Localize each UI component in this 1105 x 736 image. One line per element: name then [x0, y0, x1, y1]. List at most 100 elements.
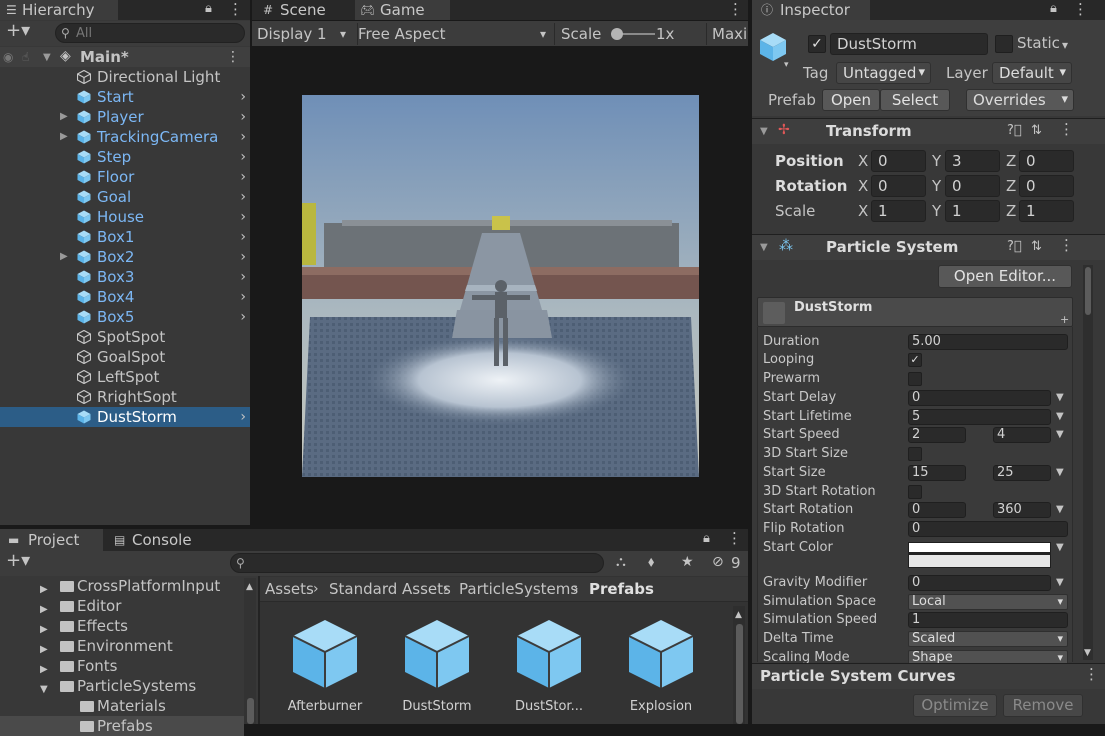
- start-size-min-field[interactable]: 15: [908, 465, 966, 481]
- maximize-toggle[interactable]: Maxi: [706, 23, 748, 45]
- tab-game[interactable]: 🎮︎ Game: [355, 0, 450, 20]
- start-size-max-field[interactable]: 25: [993, 465, 1051, 481]
- curve-dropdown-icon[interactable]: ▼: [1056, 577, 1064, 588]
- hierarchy-row[interactable]: LeftSpot: [0, 367, 250, 387]
- start-rotation-max-field[interactable]: 360: [993, 502, 1051, 518]
- display-dropdown[interactable]: Display 1 ▾: [257, 23, 352, 45]
- curve-dropdown-icon[interactable]: ▼: [1056, 429, 1064, 440]
- aspect-dropdown[interactable]: Free Aspect ▾: [357, 23, 552, 45]
- collapse-arrow-icon[interactable]: ▼: [760, 125, 768, 139]
- scale-z-field[interactable]: 1: [1019, 200, 1074, 222]
- breadcrumb-item[interactable]: Prefabs: [589, 580, 654, 598]
- hierarchy-row[interactable]: ▶ TrackingCamera ›: [0, 127, 250, 147]
- duration-field[interactable]: 5.00: [908, 334, 1068, 350]
- expand-arrow-icon[interactable]: ▶: [60, 107, 68, 127]
- hierarchy-row[interactable]: Step ›: [0, 147, 250, 167]
- visibility-icon[interactable]: ◉: [3, 50, 13, 64]
- folder-row[interactable]: ▶ Editor: [0, 596, 244, 616]
- scale-control[interactable]: Scale 1x: [554, 23, 702, 45]
- pickable-icon[interactable]: ☝︎: [22, 50, 29, 64]
- flip-rotation-field[interactable]: 0: [908, 521, 1068, 537]
- open-prefab-chevron-icon[interactable]: ›: [240, 187, 246, 207]
- breadcrumb-item[interactable]: Assets: [265, 580, 314, 598]
- simulation-speed-field[interactable]: 1: [908, 612, 1068, 628]
- hierarchy-row[interactable]: Box3 ›: [0, 267, 250, 287]
- open-prefab-chevron-icon[interactable]: ›: [240, 107, 246, 127]
- folder-row[interactable]: ▶ Fonts: [0, 656, 244, 676]
- active-checkbox[interactable]: ✓: [808, 35, 826, 53]
- preset-icon[interactable]: ⇅: [1031, 124, 1042, 138]
- rotation-x-field[interactable]: 0: [871, 175, 926, 197]
- preset-icon[interactable]: ⇅: [1031, 240, 1042, 254]
- project-search-input[interactable]: [230, 553, 604, 573]
- component-menu-icon[interactable]: ⋮: [1059, 238, 1074, 253]
- inspector-scrollbar[interactable]: [1083, 265, 1093, 660]
- favorite-star-icon[interactable]: ★: [681, 555, 694, 569]
- asset-item[interactable]: DustStor...: [499, 618, 599, 718]
- hierarchy-row[interactable]: ▶ Player ›: [0, 107, 250, 127]
- help-icon[interactable]: ?⃝: [1007, 240, 1022, 254]
- gravity-field[interactable]: 0: [908, 575, 1051, 591]
- open-prefab-chevron-icon[interactable]: ›: [240, 287, 246, 307]
- prefab-open-button[interactable]: Open: [822, 89, 880, 111]
- scroll-down-icon[interactable]: ▼: [1084, 646, 1091, 660]
- delta-time-dropdown[interactable]: Scaled: [908, 631, 1068, 647]
- tab-project[interactable]: ▬ Project: [0, 529, 103, 551]
- folder-row[interactable]: Prefabs: [0, 716, 244, 736]
- transform-header[interactable]: [752, 118, 1105, 144]
- start-rotation-min-field[interactable]: 0: [908, 502, 966, 518]
- start-color-swatch[interactable]: [908, 542, 1051, 568]
- open-editor-button[interactable]: Open Editor...: [938, 265, 1072, 288]
- tag-dropdown[interactable]: Untagged: [836, 62, 931, 84]
- expand-arrow-icon[interactable]: ▶: [60, 247, 68, 267]
- scroll-up-icon[interactable]: ▲: [246, 580, 253, 594]
- tab-inspector[interactable]: ⓘ Inspector: [752, 0, 870, 20]
- position-y-field[interactable]: 3: [945, 150, 1000, 172]
- scale-x-field[interactable]: 1: [871, 200, 926, 222]
- lock-icon[interactable]: 🔒︎: [703, 532, 710, 546]
- hierarchy-search-input[interactable]: ⚲ All: [55, 23, 245, 43]
- add-icon[interactable]: +▾: [6, 22, 30, 40]
- collapse-arrow-icon[interactable]: ▼: [760, 241, 768, 255]
- position-z-field[interactable]: 0: [1019, 150, 1074, 172]
- curve-dropdown-icon[interactable]: ▼: [1056, 542, 1064, 553]
- static-dropdown-icon[interactable]: ▾: [1062, 38, 1068, 52]
- rotation-y-field[interactable]: 0: [945, 175, 1000, 197]
- prefab-select-button[interactable]: Select: [880, 89, 950, 111]
- open-prefab-chevron-icon[interactable]: ›: [240, 407, 246, 427]
- hierarchy-row[interactable]: Floor ›: [0, 167, 250, 187]
- inspector-scrollbar-thumb[interactable]: [1085, 267, 1091, 315]
- hidden-eye-icon[interactable]: ⊘: [712, 555, 724, 569]
- prewarm-checkbox[interactable]: [908, 372, 922, 386]
- tab-scene[interactable]: # Scene: [255, 0, 350, 20]
- folder-row[interactable]: ▶ Environment: [0, 636, 244, 656]
- asset-item[interactable]: Afterburner: [275, 618, 375, 718]
- remove-button[interactable]: Remove: [1003, 694, 1083, 717]
- curve-dropdown-icon[interactable]: ▼: [1056, 504, 1064, 515]
- game-render[interactable]: [302, 95, 699, 477]
- open-prefab-chevron-icon[interactable]: ›: [240, 127, 246, 147]
- scroll-up-icon[interactable]: ▲: [735, 608, 742, 622]
- open-prefab-chevron-icon[interactable]: ›: [240, 247, 246, 267]
- breadcrumb-item[interactable]: Standard Assets: [329, 580, 451, 598]
- folder-row[interactable]: Materials: [0, 696, 244, 716]
- hierarchy-row[interactable]: RrightSopt: [0, 387, 250, 407]
- hierarchy-row[interactable]: Goal ›: [0, 187, 250, 207]
- 3d-start-size-checkbox[interactable]: [908, 447, 922, 461]
- add-module-icon[interactable]: +: [1060, 313, 1069, 327]
- tab-hierarchy[interactable]: ☰ Hierarchy: [0, 0, 118, 20]
- more-menu-icon[interactable]: ⋮: [228, 2, 243, 17]
- icon-dropdown-arrow[interactable]: ▾: [784, 58, 789, 72]
- lock-icon[interactable]: 🔒︎: [1050, 2, 1057, 16]
- open-prefab-chevron-icon[interactable]: ›: [240, 147, 246, 167]
- folder-row[interactable]: ▶ CrossPlatformInput: [0, 576, 244, 596]
- hierarchy-row[interactable]: Start ›: [0, 87, 250, 107]
- create-icon[interactable]: +▾: [6, 552, 30, 570]
- scene-menu-icon[interactable]: ⋮: [226, 47, 240, 67]
- curve-dropdown-icon[interactable]: ▼: [1056, 467, 1064, 478]
- hierarchy-row[interactable]: Box1 ›: [0, 227, 250, 247]
- asset-item[interactable]: Explosion: [611, 618, 711, 718]
- layer-dropdown[interactable]: Default: [992, 62, 1072, 84]
- open-prefab-chevron-icon[interactable]: ›: [240, 87, 246, 107]
- asset-item[interactable]: DustStorm: [387, 618, 487, 718]
